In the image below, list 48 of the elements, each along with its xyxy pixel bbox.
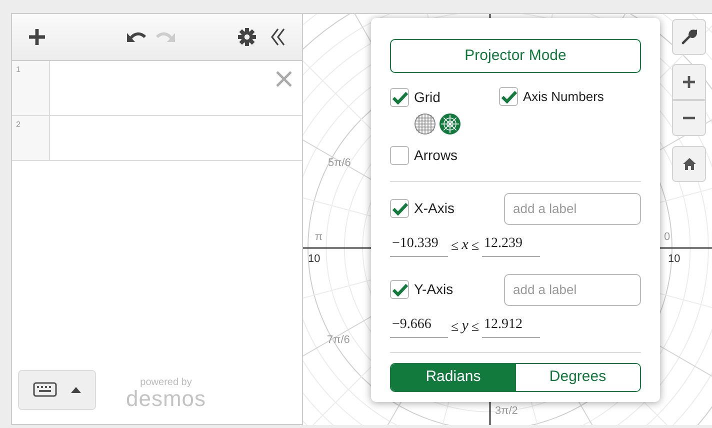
operator: ≤: [471, 238, 480, 256]
wrench-button[interactable]: [672, 19, 706, 55]
line-number: 2: [12, 116, 50, 160]
axis-label-field[interactable]: add a label: [504, 274, 641, 306]
powered-by-text: powered by: [139, 378, 193, 388]
settings-icon[interactable]: [236, 26, 258, 48]
checkbox[interactable]: [499, 87, 518, 106]
checkbox-label: Y-Axis: [414, 280, 454, 299]
add-icon[interactable]: [26, 26, 48, 48]
operator: ≤: [451, 318, 459, 336]
checkbox[interactable]: [390, 88, 409, 107]
axis-number: 10: [308, 253, 320, 265]
axis-label-field[interactable]: add a label: [504, 192, 641, 224]
angle-label: 3π/2: [495, 405, 518, 417]
operator: ≤: [471, 318, 480, 336]
angle-label: 5π/6: [328, 157, 351, 169]
checkbox[interactable]: [390, 146, 409, 164]
range-max-field[interactable]: 12.239: [482, 232, 540, 256]
operator: ≤: [451, 238, 459, 256]
wrench-icon: [681, 29, 697, 45]
checkbox-label: Arrows: [414, 146, 458, 164]
plus-icon: [683, 76, 695, 88]
range-min-field[interactable]: −9.666: [390, 314, 448, 338]
line-number: 1: [12, 61, 50, 115]
angle-label: 0: [664, 231, 670, 243]
home-button[interactable]: [672, 146, 706, 182]
cartesian-grid-icon[interactable]: [414, 112, 436, 134]
caret-icon: [71, 386, 81, 394]
angle-label: π: [315, 231, 323, 243]
angle-label: 7π/6: [327, 334, 350, 346]
range-min-field[interactable]: −10.339: [390, 232, 448, 256]
home-icon: [682, 158, 696, 170]
checkbox[interactable]: [390, 280, 409, 299]
range-max-field[interactable]: 12.912: [482, 314, 540, 338]
variable: x: [462, 236, 468, 255]
checkbox-label: Axis Numbers: [523, 88, 604, 106]
keyboard-button[interactable]: [18, 370, 96, 410]
zoom-in-button[interactable]: [672, 64, 706, 100]
checkbox-label: X-Axis: [414, 199, 454, 218]
polar-grid-icon[interactable]: [439, 112, 461, 134]
unit-toggle[interactable]: Radians: [391, 364, 516, 390]
checkbox[interactable]: [390, 199, 409, 218]
projector-mode-button[interactable]: Projector Mode: [390, 39, 641, 73]
minus-icon: [683, 116, 695, 120]
checkbox-label: Grid: [414, 88, 440, 107]
variable: y: [462, 317, 468, 336]
brand-logo: desmos: [126, 388, 206, 410]
axis-number: 10: [668, 253, 680, 265]
